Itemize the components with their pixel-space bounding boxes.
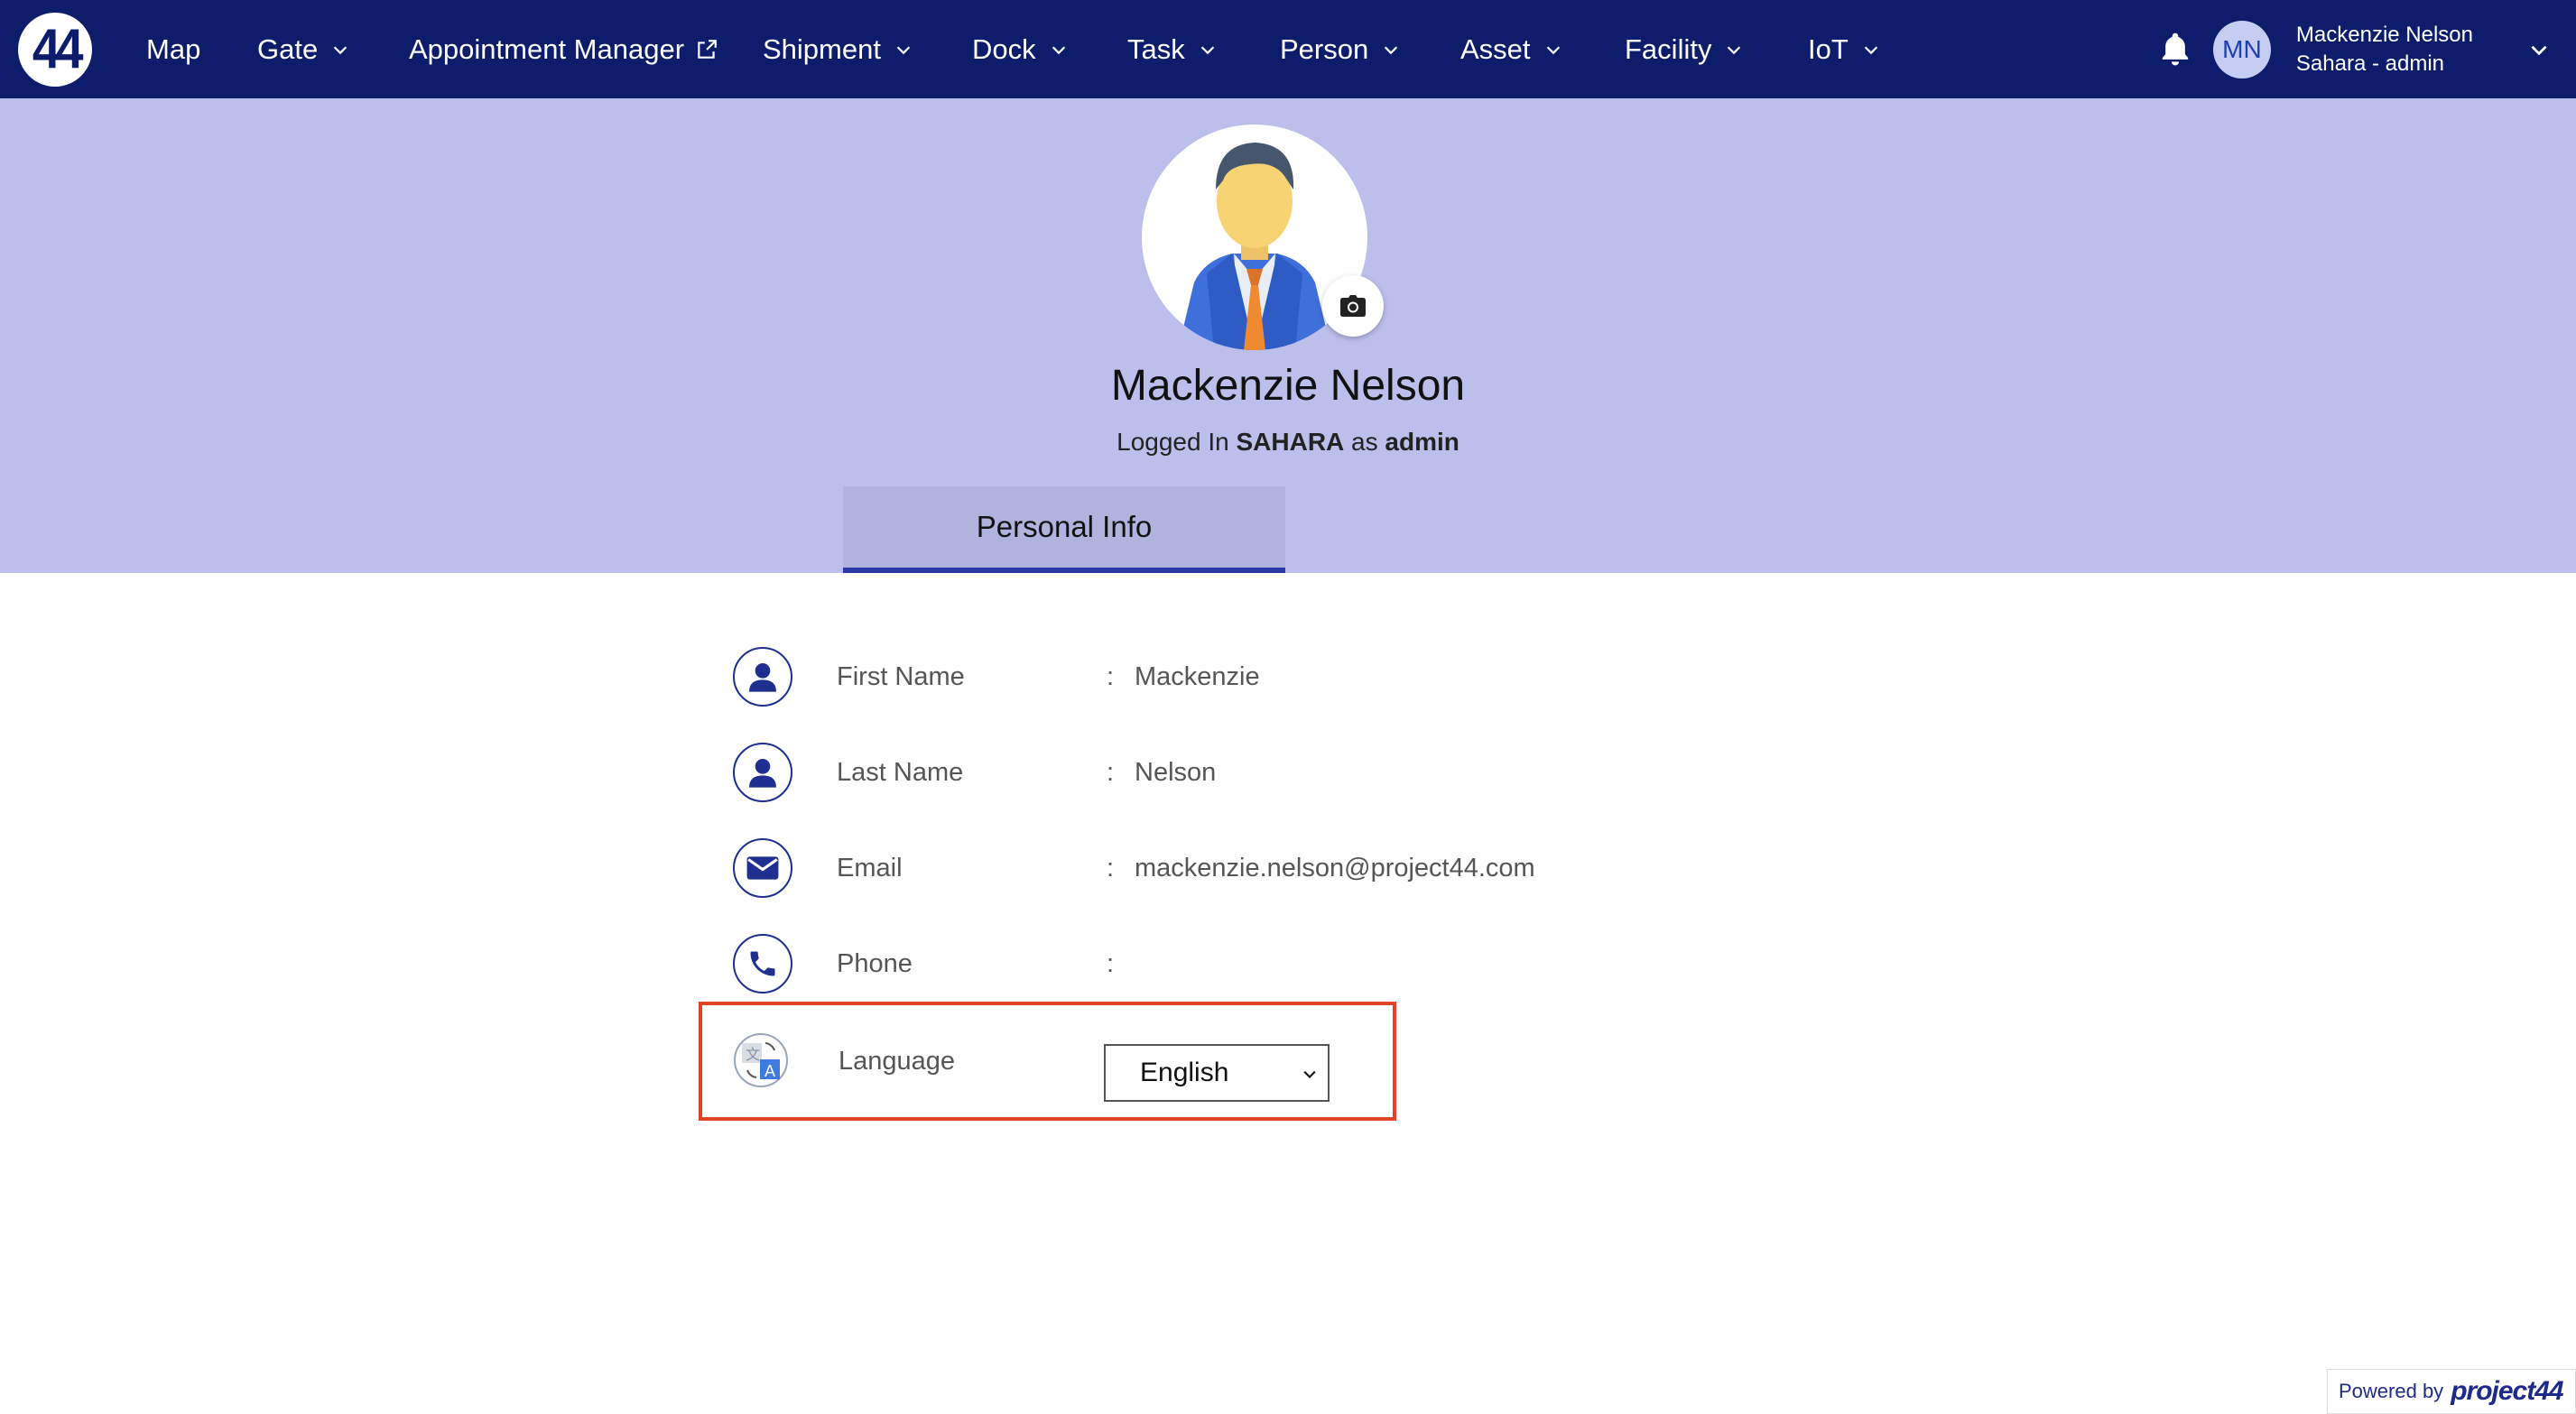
email-value: mackenzie.nelson@project44.com xyxy=(1135,853,1535,883)
chevron-down-icon xyxy=(1385,45,1398,54)
svg-text:A: A xyxy=(764,1062,775,1080)
separator: : xyxy=(1107,948,1115,978)
nav-item-person[interactable]: Person xyxy=(1280,0,1460,98)
external-link-icon xyxy=(698,39,717,59)
user-name: Mackenzie Nelson xyxy=(2295,22,2473,47)
nav-item-map[interactable]: Map xyxy=(146,0,257,98)
nav-item-appointment-manager[interactable]: Appointment Manager xyxy=(409,0,763,98)
first-name-value: Mackenzie xyxy=(1135,661,1260,691)
powered-by-badge[interactable]: Powered by project44 xyxy=(2327,1369,2576,1414)
profile-name: Mackenzie Nelson xyxy=(1110,362,1466,410)
chevron-down-icon xyxy=(1546,45,1560,54)
user-role: Sahara - admin xyxy=(2295,51,2444,76)
chevron-down-icon xyxy=(1052,45,1065,54)
separator: : xyxy=(1107,661,1115,691)
email-row: Email : mackenzie.nelson@project44.com xyxy=(733,836,1545,900)
nav-item-task[interactable]: Task xyxy=(1127,0,1280,98)
envelope-icon xyxy=(733,838,792,898)
nav-item-dock[interactable]: Dock xyxy=(972,0,1127,98)
chevron-down-icon xyxy=(1303,1070,1316,1078)
nav-item-shipment[interactable]: Shipment xyxy=(763,0,972,98)
chevron-down-icon xyxy=(1864,45,1878,54)
nav-item-facility[interactable]: Facility xyxy=(1625,0,1808,98)
last-name-label: Last Name xyxy=(837,757,964,787)
first-name-row: First Name : Mackenzie xyxy=(733,645,1545,708)
language-highlight-box: 文A Language : English xyxy=(699,1002,1396,1121)
logo-text: 44 xyxy=(32,18,83,80)
separator: : xyxy=(1107,853,1115,883)
bell-icon[interactable] xyxy=(2157,30,2193,69)
chevron-down-icon xyxy=(1200,45,1214,54)
svg-text:文: 文 xyxy=(746,1047,760,1063)
phone-label: Phone xyxy=(837,948,913,978)
separator: : xyxy=(1107,757,1115,787)
chevron-down-icon[interactable] xyxy=(2527,38,2551,61)
chevron-down-icon xyxy=(333,45,347,54)
user-icon xyxy=(733,743,792,802)
first-name-label: First Name xyxy=(837,661,965,691)
chevron-down-icon xyxy=(1728,45,1741,54)
nav-item-iot[interactable]: IoT xyxy=(1808,0,1881,98)
powered-by-text: Powered by xyxy=(2339,1380,2444,1402)
nav-item-asset[interactable]: Asset xyxy=(1460,0,1625,98)
user-info[interactable]: Mackenzie Nelson Sahara - admin xyxy=(2296,21,2473,79)
tab-personal-info[interactable]: Personal Info xyxy=(843,486,1285,573)
phone-icon xyxy=(733,934,792,993)
nav-item-gate[interactable]: Gate xyxy=(257,0,409,98)
camera-icon xyxy=(1340,295,1366,317)
user-area: MN Mackenzie Nelson Sahara - admin xyxy=(2157,0,2576,98)
phone-row: Phone : xyxy=(733,932,1545,995)
last-name-value: Nelson xyxy=(1135,757,1217,787)
nav-menu: Map Gate Appointment Manager Shipment Do… xyxy=(146,0,1881,98)
project44-logo[interactable]: 44 xyxy=(18,13,92,87)
change-photo-button[interactable] xyxy=(1322,275,1384,337)
project44-brand: project44 xyxy=(2451,1376,2563,1406)
language-select[interactable]: English xyxy=(1104,1044,1330,1102)
last-name-row: Last Name : Nelson xyxy=(733,741,1545,804)
user-icon xyxy=(733,647,792,707)
top-navbar: 44 Map Gate Appointment Manager Shipment… xyxy=(0,0,2576,98)
user-avatar[interactable]: MN xyxy=(2212,20,2271,79)
logged-in-text: Logged In SAHARA as admin xyxy=(1117,428,1459,456)
email-label: Email xyxy=(837,853,903,883)
language-selected-value: English xyxy=(1140,1058,1229,1087)
translate-icon: 文A xyxy=(733,1032,792,1092)
chevron-down-icon xyxy=(896,45,911,54)
language-label: Language xyxy=(839,1047,956,1076)
